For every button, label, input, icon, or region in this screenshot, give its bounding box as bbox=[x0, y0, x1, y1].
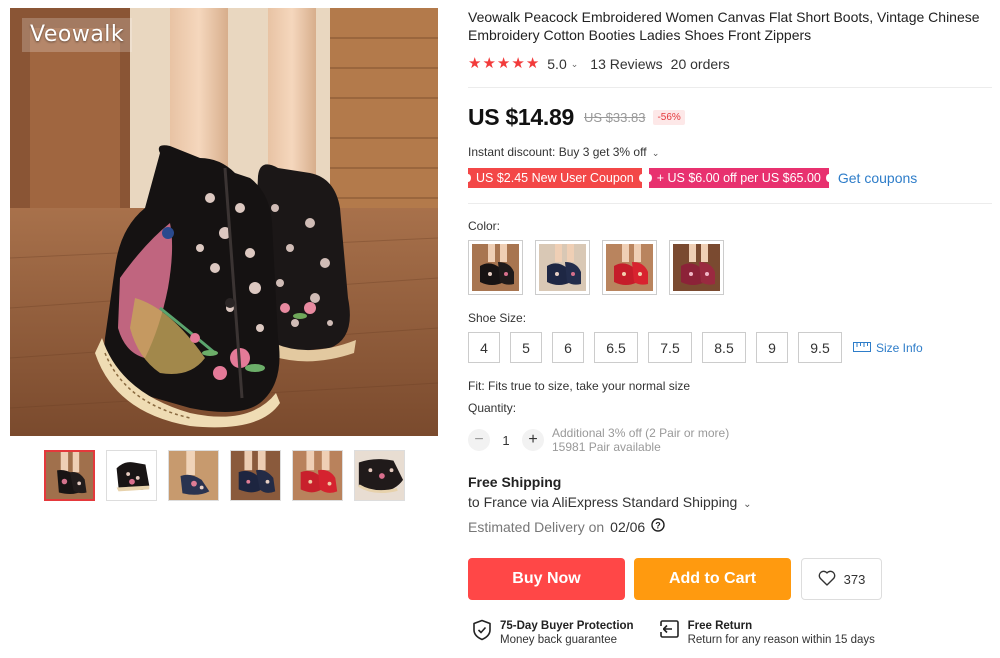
thumbnail-4[interactable] bbox=[230, 450, 281, 501]
star-icon: ★ bbox=[496, 55, 511, 72]
return-title: Free Return bbox=[687, 620, 753, 632]
reviews-link[interactable]: 13 Reviews bbox=[590, 56, 662, 72]
protection-title: 75-Day Buyer Protection bbox=[500, 620, 634, 632]
price-row: US $14.89 US $33.83 -56% bbox=[468, 104, 685, 131]
store-coupon-label: US $6.00 off per US $65.00 bbox=[667, 171, 821, 185]
size-option[interactable]: 9.5 bbox=[798, 332, 842, 363]
chevron-down-icon[interactable]: ⌄ bbox=[571, 59, 579, 70]
color-option-wine-red[interactable] bbox=[669, 240, 724, 295]
fit-note: Fit: Fits true to size, take your normal… bbox=[468, 379, 691, 393]
buyer-protection: 75-Day Buyer Protection Money back guara… bbox=[472, 619, 634, 647]
thumbnail-2[interactable] bbox=[106, 450, 157, 501]
delivery-date: 02/06 bbox=[610, 518, 646, 535]
star-icon: ★ bbox=[525, 55, 540, 72]
chevron-down-icon: ⌄ bbox=[651, 148, 660, 158]
size-label: Shoe Size: bbox=[468, 311, 527, 325]
star-icon: ★ bbox=[468, 55, 482, 72]
increase-quantity-button[interactable]: + bbox=[522, 429, 544, 451]
wishlist-count: 373 bbox=[843, 571, 866, 587]
quantity-notes: Additional 3% off (2 Pair or more) 15981… bbox=[552, 426, 729, 454]
svg-text:?: ? bbox=[655, 521, 661, 531]
shipping-destination[interactable]: to France via AliExpress Standard Shippi… bbox=[468, 494, 752, 510]
decrease-quantity-button[interactable]: − bbox=[468, 429, 490, 451]
star-icon: ★ bbox=[482, 55, 496, 72]
coupon-row: US $2.45 New User Coupon + US $6.00 off … bbox=[465, 168, 917, 188]
color-option-red[interactable] bbox=[602, 240, 657, 295]
stock-available: 15981 Pair available bbox=[552, 440, 661, 454]
shipping-destination-text: to France via AliExpress Standard Shippi… bbox=[468, 494, 738, 510]
return-subtitle: Return for any reason within 15 days bbox=[687, 634, 875, 646]
chevron-down-icon: ⌄ bbox=[743, 499, 752, 510]
size-option[interactable]: 9 bbox=[756, 332, 788, 363]
shipping-title: Free Shipping bbox=[468, 474, 562, 490]
delivery-prefix: Estimated Delivery on bbox=[468, 518, 605, 535]
color-option-navy[interactable] bbox=[535, 240, 590, 295]
boot-illustration bbox=[10, 8, 438, 436]
shield-check-icon bbox=[472, 619, 492, 646]
help-icon[interactable]: ? bbox=[651, 518, 665, 535]
estimated-delivery: Estimated Delivery on 02/06 ? bbox=[468, 518, 665, 535]
size-option[interactable]: 4 bbox=[468, 332, 500, 363]
color-label: Color: bbox=[468, 219, 501, 233]
current-price: US $14.89 bbox=[468, 104, 574, 130]
store-coupon[interactable]: + US $6.00 off per US $65.00 bbox=[645, 168, 833, 188]
divider bbox=[468, 87, 992, 88]
size-option[interactable]: 8.5 bbox=[702, 332, 746, 363]
discount-badge: -56% bbox=[653, 110, 685, 125]
rating-score[interactable]: 5.0 bbox=[547, 56, 566, 72]
size-option[interactable]: 6.5 bbox=[594, 332, 638, 363]
plus-icon: + bbox=[656, 171, 668, 185]
size-info-link[interactable]: Size Info bbox=[853, 341, 923, 355]
get-coupons-link[interactable]: Get coupons bbox=[838, 170, 917, 186]
divider bbox=[468, 203, 992, 204]
rating-row: ★ ★ ★ ★ ★ 5.0 ⌄ 13 Reviews 20 orders bbox=[468, 56, 992, 73]
size-option[interactable]: 5 bbox=[510, 332, 542, 363]
size-info-label: Size Info bbox=[876, 340, 923, 355]
product-info: Veowalk Peacock Embroidered Women Canvas… bbox=[468, 8, 992, 72]
return-icon bbox=[657, 619, 680, 644]
original-price: US $33.83 bbox=[584, 110, 646, 125]
buy-now-button[interactable]: Buy Now bbox=[468, 558, 625, 600]
orders-count: 20 orders bbox=[670, 56, 730, 72]
thumbnail-6[interactable] bbox=[354, 450, 405, 501]
star-icon: ★ bbox=[511, 55, 525, 72]
size-options: 4 5 6 6.5 7.5 8.5 9 9.5 Size Info bbox=[468, 332, 923, 363]
size-option[interactable]: 7.5 bbox=[648, 332, 692, 363]
product-main-image[interactable]: Veowalk bbox=[10, 8, 438, 436]
bulk-discount-note: Additional 3% off (2 Pair or more) bbox=[552, 426, 730, 440]
size-option[interactable]: 6 bbox=[552, 332, 584, 363]
color-option-black[interactable] bbox=[468, 240, 523, 295]
thumbnail-1[interactable] bbox=[44, 450, 95, 501]
brand-watermark: Veowalk bbox=[22, 18, 133, 52]
protection-subtitle: Money back guarantee bbox=[500, 634, 617, 646]
guarantees: 75-Day Buyer Protection Money back guara… bbox=[472, 619, 875, 647]
ruler-icon bbox=[853, 341, 871, 355]
thumbnail-strip bbox=[44, 450, 405, 501]
star-rating: ★ ★ ★ ★ ★ bbox=[468, 56, 539, 72]
wishlist-button[interactable]: 373 bbox=[801, 558, 882, 600]
quantity-label: Quantity: bbox=[468, 401, 517, 415]
free-return: Free Return Return for any reason within… bbox=[657, 619, 875, 647]
quantity-stepper: − 1 + Additional 3% off (2 Pair or more)… bbox=[468, 426, 729, 454]
instant-discount-text: Instant discount: Buy 3 get 3% off bbox=[468, 145, 647, 159]
color-options bbox=[468, 240, 724, 295]
heart-icon bbox=[818, 570, 836, 589]
quantity-value[interactable]: 1 bbox=[490, 433, 522, 448]
new-user-coupon[interactable]: US $2.45 New User Coupon bbox=[465, 168, 645, 188]
add-to-cart-button[interactable]: Add to Cart bbox=[634, 558, 791, 600]
thumbnail-3[interactable] bbox=[168, 450, 219, 501]
instant-discount[interactable]: Instant discount: Buy 3 get 3% off ⌄ bbox=[468, 145, 659, 159]
thumbnail-5[interactable] bbox=[292, 450, 343, 501]
product-title: Veowalk Peacock Embroidered Women Canvas… bbox=[468, 9, 980, 43]
